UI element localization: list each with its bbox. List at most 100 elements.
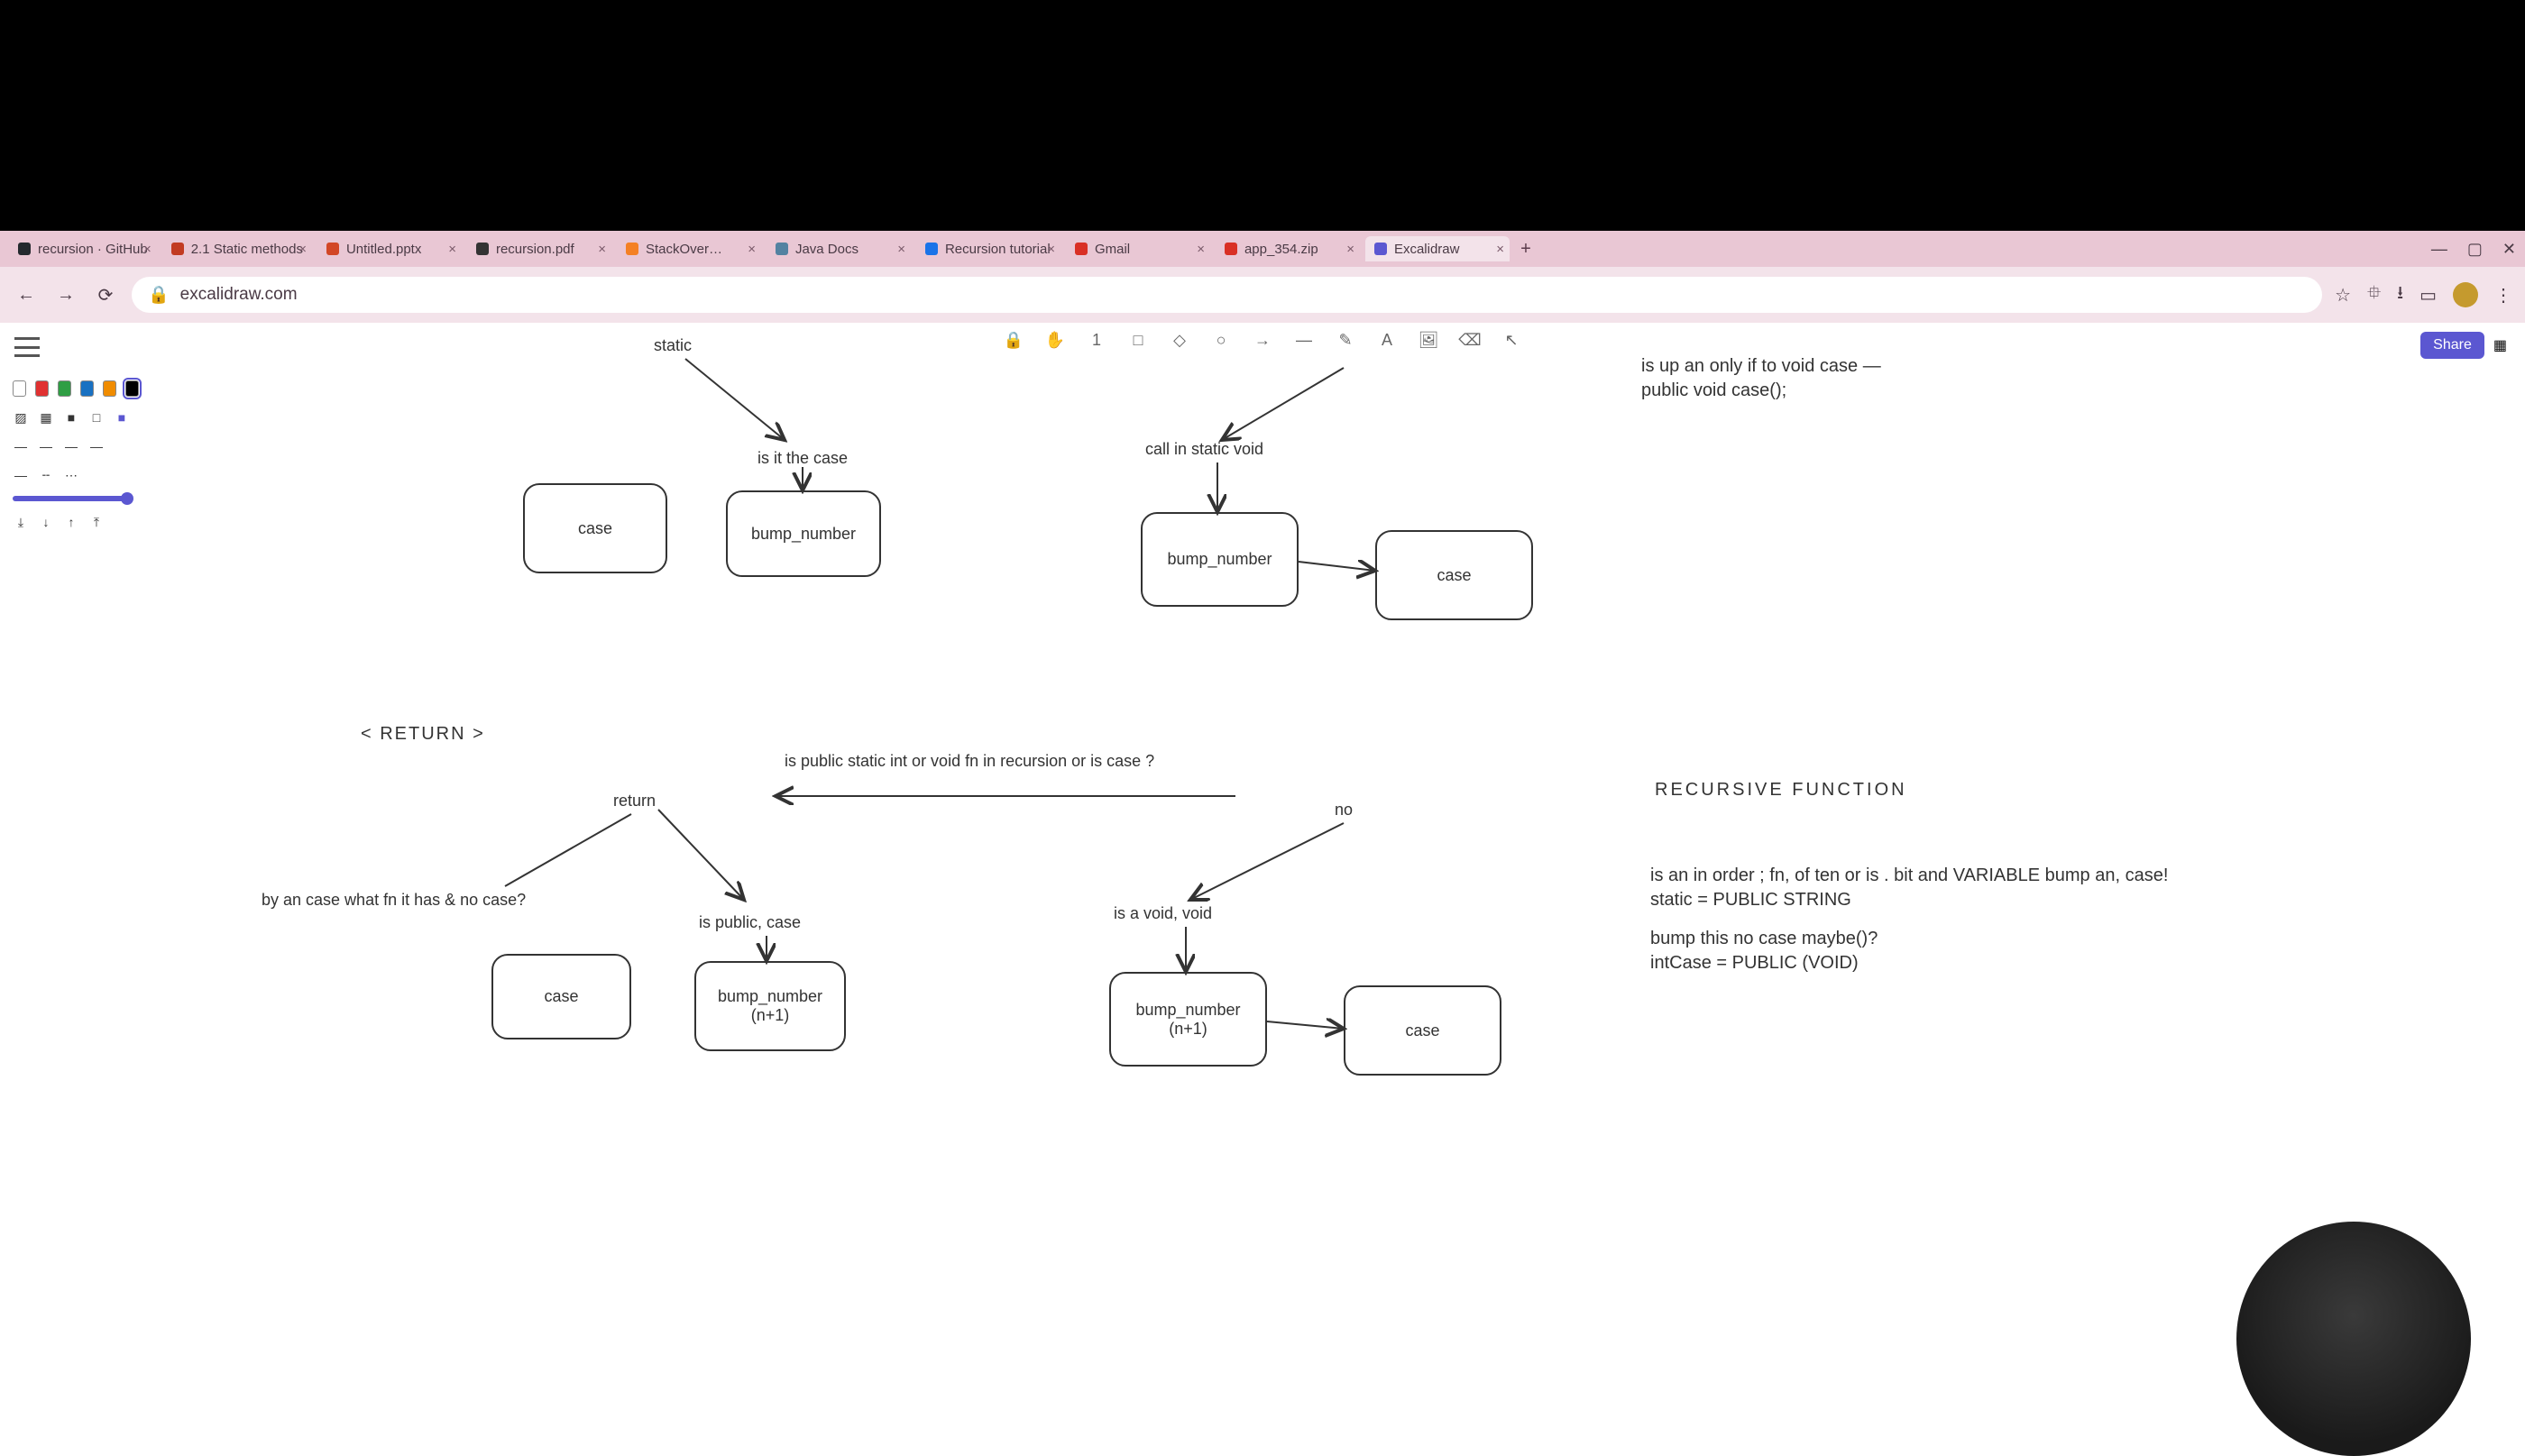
dashed-line-icon[interactable]: ╌ [38,467,54,483]
section-title: < RETURN > [361,724,485,745]
minimize-icon[interactable]: — [2431,240,2447,259]
browser-tab[interactable]: recursion · GitHub× [9,236,157,261]
cursor-icon[interactable]: ↖ [1501,330,1521,350]
dotted-line-icon[interactable]: ⋯ [63,467,79,483]
browser-tab[interactable]: recursion.pdf× [467,236,611,261]
rect-tool-icon[interactable]: □ [1128,330,1148,350]
forward-button[interactable]: → [52,281,79,308]
med-icon[interactable]: — [38,438,54,454]
color-swatch[interactable] [125,380,139,397]
browser-tab[interactable]: Gmail× [1066,236,1210,261]
drawing-canvas[interactable]: ▨ ▦ ■ □ ■ — — — — — ╌ ⋯ ⤓ ↓ ↑ ⤒ 🔒 ✋ 1 □ [0,323,2525,1420]
node-text: case [1405,1021,1439,1040]
canvas-text[interactable]: is up an only if to void case — public v… [1641,354,1881,403]
reload-icon: ⟳ [98,284,114,307]
reload-button[interactable]: ⟳ [92,281,119,308]
bookmarks-icon[interactable]: ▭ [2419,284,2437,307]
bring-forward-icon[interactable]: ↑ [63,514,79,530]
thick-icon[interactable]: — [63,438,79,454]
stroke-width-row: — — — — [13,438,139,454]
url-input[interactable]: 🔒 excalidraw.com [132,277,2322,313]
draw-tool-icon[interactable]: ✎ [1336,330,1355,350]
diagram-node[interactable]: bump_number [1141,512,1299,607]
diagram-node[interactable]: case [1344,985,1501,1076]
fill-selected-icon[interactable]: ■ [114,409,130,426]
node-text: case [578,519,612,538]
close-icon[interactable]: × [448,242,456,257]
opacity-slider[interactable] [13,496,130,501]
close-icon[interactable]: × [1197,242,1205,257]
diagram-node[interactable]: case [491,954,631,1039]
fill-solid-icon[interactable]: ■ [63,409,79,426]
lock-icon: 🔒 [148,284,170,306]
close-icon[interactable]: × [897,242,905,257]
node-text: bump_number (n+1) [1116,1001,1260,1039]
color-swatch[interactable] [80,380,94,397]
browser-tab-active[interactable]: Excalidraw× [1365,236,1510,261]
browser-tab[interactable]: StackOver…× [617,236,761,261]
color-swatch[interactable] [35,380,49,397]
extra-icon[interactable]: — [88,438,105,454]
diagram-node[interactable]: case [1375,530,1533,620]
hand-tool-icon[interactable]: ✋ [1045,330,1065,350]
close-icon[interactable]: × [1496,242,1504,257]
close-icon[interactable]: × [598,242,606,257]
diagram-node[interactable]: bump_number (n+1) [694,961,846,1051]
bring-front-icon[interactable]: ⤒ [88,514,105,530]
tab-label: Recursion tutorial [945,242,1051,257]
new-tab-button[interactable]: + [1515,238,1537,260]
menu-icon[interactable]: ⋮ [2494,284,2512,307]
library-icon[interactable]: ▦ [2493,336,2507,354]
text-tool-icon[interactable]: A [1377,330,1397,350]
browser-tab[interactable]: Recursion tutorial× [916,236,1060,261]
arrow-tool-icon[interactable]: → [1253,330,1272,350]
canvas-text[interactable]: bump this no case maybe()? intCase = PUB… [1650,927,1878,975]
ellipse-tool-icon[interactable]: ○ [1211,330,1231,350]
node-text: bump_number [1167,550,1272,569]
color-swatch[interactable] [13,380,26,397]
lock-tool-icon[interactable]: 🔒 [1004,330,1024,350]
fill-hachure-icon[interactable]: ▨ [13,409,29,426]
diagram-node[interactable]: bump_number [726,490,881,577]
close-icon[interactable]: × [1047,242,1055,257]
browser-tab[interactable]: app_354.zip× [1216,236,1360,261]
close-icon[interactable]: × [1346,242,1354,257]
menu-button[interactable] [14,337,40,357]
profile-avatar[interactable] [2453,282,2478,307]
close-icon[interactable]: × [748,242,756,257]
diagram-node[interactable]: bump_number (n+1) [1109,972,1267,1067]
fill-cross-icon[interactable]: ▦ [38,409,54,426]
close-window-icon[interactable]: ✕ [2502,240,2516,259]
browser-tab[interactable]: 2.1 Static methods× [162,236,312,261]
color-swatch[interactable] [58,380,71,397]
solid-line-icon[interactable]: — [13,467,29,483]
diamond-tool-icon[interactable]: ◇ [1170,330,1189,350]
shape-toolbar: 🔒 ✋ 1 □ ◇ ○ → — ✎ A 🖼 ⌫ ↖ [1004,330,1521,350]
back-button[interactable]: ← [13,281,40,308]
send-backward-icon[interactable]: ↓ [38,514,54,530]
select-tool-icon[interactable]: 1 [1087,330,1106,350]
download-icon[interactable]: ⭳ [2397,279,2403,310]
browser-tab[interactable]: Untitled.pptx× [317,236,462,261]
fill-none-icon[interactable]: □ [88,409,105,426]
send-back-icon[interactable]: ⤓ [13,514,29,530]
canvas-text[interactable]: is an in order ; fn, of ten or is . bit … [1650,864,2168,912]
color-swatch[interactable] [103,380,116,397]
close-icon[interactable]: × [298,242,307,257]
back-icon: ← [17,285,35,306]
share-button[interactable]: Share [2420,332,2484,359]
webcam-pip[interactable] [2236,1222,2471,1456]
browser-tab[interactable]: Java Docs× [767,236,911,261]
eraser-tool-icon[interactable]: ⌫ [1460,330,1480,350]
diagram-node[interactable]: case [523,483,667,573]
maximize-icon[interactable]: ▢ [2467,240,2483,259]
image-tool-icon[interactable]: 🖼 [1419,330,1438,350]
star-icon[interactable]: ☆ [2335,284,2351,307]
thin-icon[interactable]: — [13,438,29,454]
node-text: case [1437,566,1471,585]
diagram-label: call in static void [1145,440,1263,459]
line-tool-icon[interactable]: — [1294,330,1314,350]
canvas-text[interactable]: RECURSIVE FUNCTION [1655,778,1907,802]
close-icon[interactable]: × [143,242,152,257]
extensions-icon[interactable]: ⯐ [2367,279,2381,310]
